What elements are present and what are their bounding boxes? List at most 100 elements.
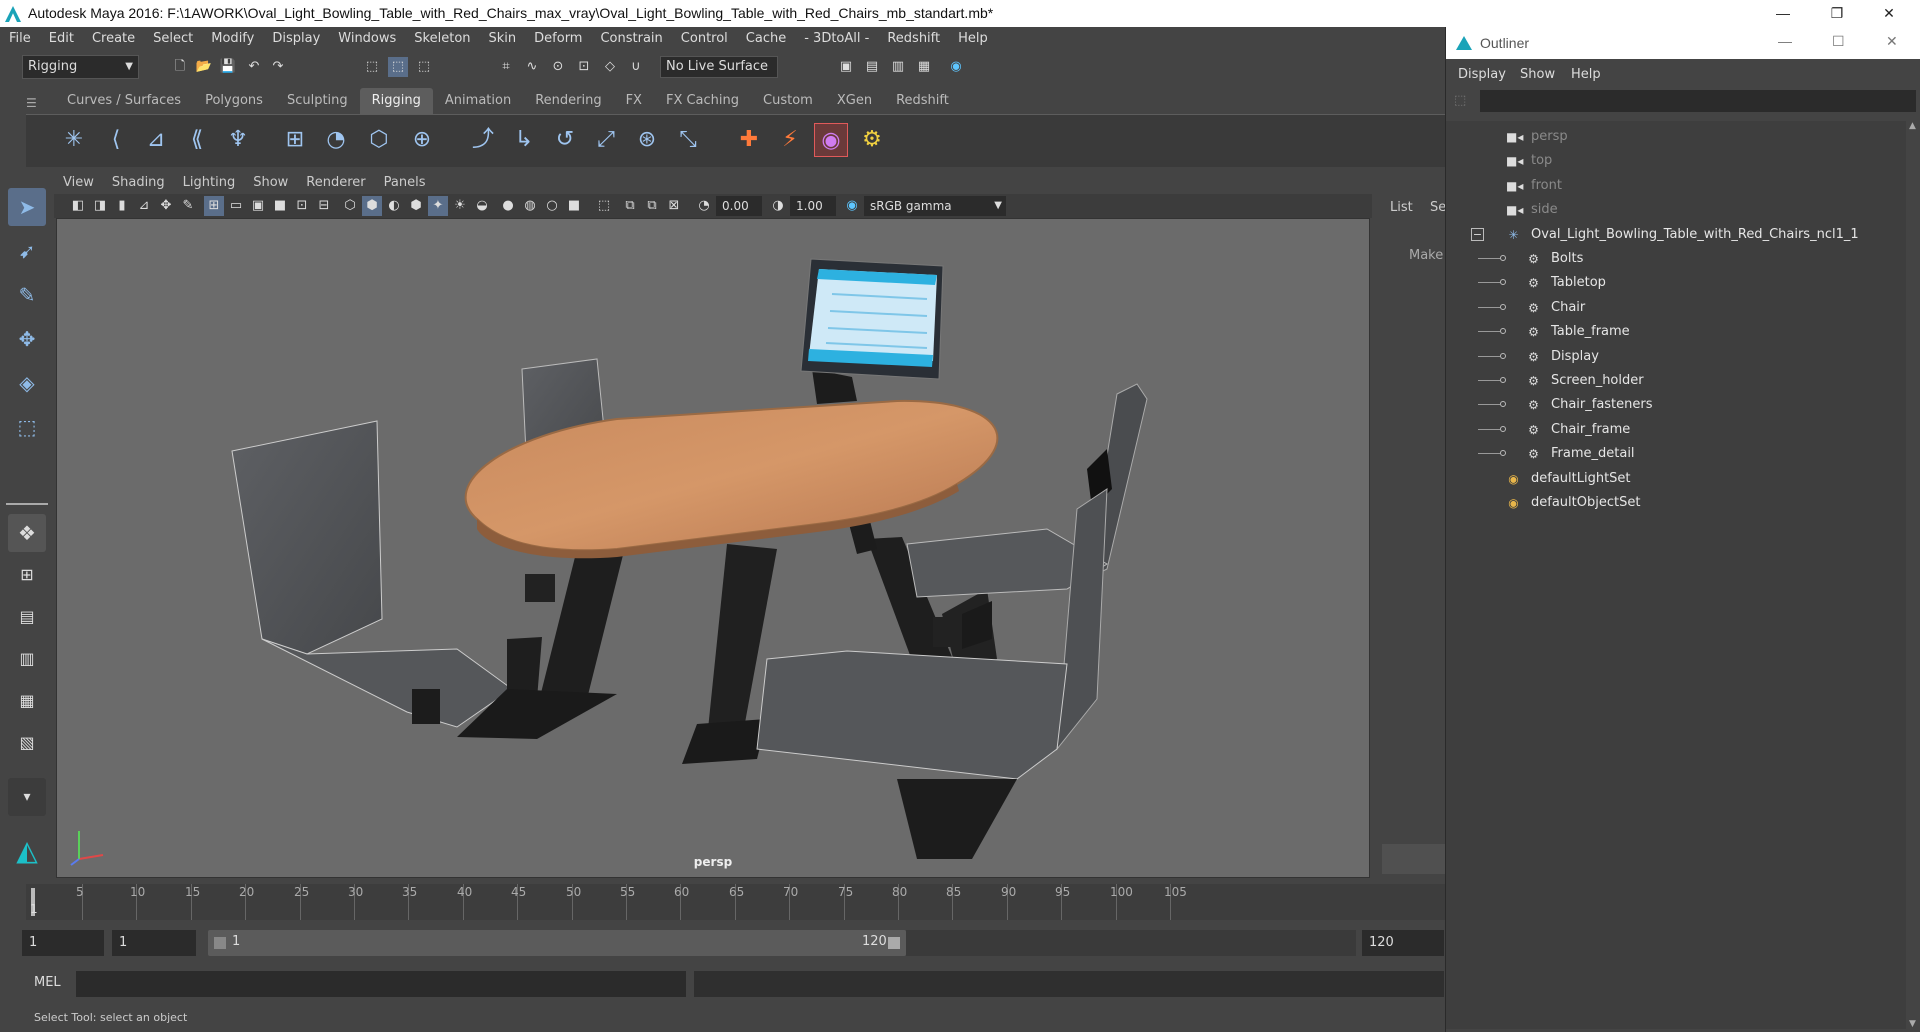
select-object-icon[interactable]: ⬚ — [388, 57, 408, 77]
shelf-tab-fx[interactable]: FX — [614, 88, 654, 114]
shelf-tab-rigging[interactable]: Rigging — [359, 88, 433, 114]
panel-menu-view[interactable]: View — [54, 172, 103, 194]
range-start-handle[interactable] — [214, 937, 226, 949]
safe-action-icon[interactable]: ⊟ — [314, 196, 334, 216]
2d-pan-icon[interactable]: ✥ — [156, 196, 176, 216]
single-pane-layout-icon[interactable]: ❖ — [8, 514, 46, 552]
constraint-parent-icon[interactable]: ⤴ — [466, 123, 500, 157]
snap-surface-icon[interactable]: ◇ — [600, 57, 620, 77]
outliner-item[interactable]: ⚙ Screen_holder — [1446, 369, 1906, 393]
time-slider[interactable]: 1 5 10 15 20 25 30 35 40 45 50 55 60 65 70 75 80 85 90 95 1… — [26, 884, 1445, 920]
menu-modify[interactable]: Modify — [202, 27, 263, 51]
lattice-icon[interactable]: ⬡ — [362, 123, 396, 157]
snap-grid-icon[interactable]: ⌗ — [496, 57, 516, 77]
render-view-icon[interactable]: ▣ — [836, 57, 856, 77]
snap-magnet-icon[interactable]: ∪ — [626, 57, 646, 77]
select-hierarchy-icon[interactable]: ⬚ — [362, 57, 382, 77]
ipr-render-icon[interactable]: ▥ — [888, 57, 908, 77]
filter-icon[interactable]: ⬚ — [1454, 93, 1466, 108]
menu-windows[interactable]: Windows — [329, 27, 405, 51]
panel-menu-renderer[interactable]: Renderer — [297, 172, 374, 194]
outliner-scrollbar[interactable]: ▲ ▼ — [1906, 121, 1920, 1029]
panel-menu-lighting[interactable]: Lighting — [174, 172, 245, 194]
shelf-tab-polygons[interactable]: Polygons — [193, 88, 275, 114]
paint-weights-icon[interactable]: ◔ — [319, 123, 353, 157]
ik-handle-icon[interactable]: ⟨ — [99, 123, 133, 157]
ambient-occlusion-icon[interactable]: ◒ — [472, 196, 492, 216]
shelf-tab-redshift[interactable]: Redshift — [884, 88, 961, 114]
gamma-icon[interactable]: ◑ — [768, 196, 788, 216]
xray-icon[interactable]: ■ — [564, 196, 584, 216]
scroll-up-icon[interactable]: ▲ — [1909, 121, 1916, 131]
outliner-close-button[interactable]: ✕ — [1886, 33, 1898, 50]
cluster-icon[interactable]: ⊕ — [405, 123, 439, 157]
snap-view-icon[interactable]: ⊡ — [574, 57, 594, 77]
outliner-menu-show[interactable]: Show — [1520, 67, 1555, 82]
mel-input[interactable] — [76, 971, 686, 997]
move-tool-icon[interactable]: ✥ — [8, 320, 46, 358]
outliner-item[interactable]: ■◂ persp — [1446, 125, 1906, 149]
live-surface-field[interactable]: No Live Surface — [660, 56, 778, 78]
constraint-point-icon[interactable]: ↳ — [507, 123, 541, 157]
constraint-aim-icon[interactable]: ⊛ — [630, 123, 664, 157]
gate-mask-icon[interactable]: ■ — [270, 196, 290, 216]
redo-icon[interactable]: ↷ — [268, 57, 288, 77]
new-scene-icon[interactable]: 🗋 — [170, 57, 190, 77]
grease-pencil-icon[interactable]: ✎ — [178, 196, 198, 216]
constraint-pole-icon[interactable]: ⤡ — [671, 123, 705, 157]
wireframe-icon[interactable]: ⬡ — [340, 196, 360, 216]
constraint-scale-icon[interactable]: ⤢ — [589, 123, 623, 157]
outliner-item[interactable]: ⚙ Table_frame — [1446, 320, 1906, 344]
hik-icon[interactable]: ⚙ — [855, 123, 889, 157]
outliner-item[interactable]: ⚙ Frame_detail — [1446, 442, 1906, 466]
menu-help[interactable]: Help — [949, 27, 997, 51]
four-pane-layout-icon[interactable]: ⊞ — [8, 556, 46, 594]
shelf-tab-curves[interactable]: Curves / Surfaces — [55, 88, 193, 114]
outliner-item[interactable]: − ✳ Oval_Light_Bowling_Table_with_Red_Chai… — [1446, 223, 1906, 247]
outliner-item[interactable]: ⚙ Chair_frame — [1446, 418, 1906, 442]
menu-create[interactable]: Create — [83, 27, 144, 51]
menuset-dropdown[interactable]: Rigging ▼ — [22, 55, 139, 79]
menu-constrain[interactable]: Constrain — [591, 27, 671, 51]
outliner-item[interactable]: ◉ defaultLightSet — [1446, 467, 1906, 491]
select-tool-icon[interactable]: ➤ — [8, 188, 46, 226]
close-button[interactable]: ✕ — [1866, 0, 1912, 27]
camera-select-icon[interactable]: ◧ — [68, 196, 88, 216]
editor-layout-icon[interactable]: ▧ — [8, 724, 46, 762]
shelf-tab-sculpting[interactable]: Sculpting — [275, 88, 360, 114]
wireframe-on-shaded-icon[interactable]: ◐ — [384, 196, 404, 216]
outliner-item[interactable]: ■◂ side — [1446, 198, 1906, 222]
panel-menu-panels[interactable]: Panels — [375, 172, 435, 194]
score-display[interactable] — [800, 258, 944, 404]
textured-icon[interactable]: ⬢ — [406, 196, 426, 216]
hypershade-icon[interactable]: ◉ — [946, 57, 966, 77]
shadows-icon[interactable]: ☀ — [450, 196, 470, 216]
bookmark-icon[interactable]: ▮ — [112, 196, 132, 216]
image-plane-icon[interactable]: ⊿ — [134, 196, 154, 216]
menu-redshift[interactable]: Redshift — [878, 27, 949, 51]
select-component-icon[interactable]: ⬚ — [414, 57, 434, 77]
menu-select[interactable]: Select — [144, 27, 202, 51]
hypershade-layout-icon[interactable]: ▦ — [8, 682, 46, 720]
scale-tool-icon[interactable]: ⬚ — [8, 408, 46, 446]
snap-point-icon[interactable]: ⊙ — [548, 57, 568, 77]
panel-menu-show[interactable]: Show — [244, 172, 297, 194]
xray-active-icon[interactable]: ⧉ — [642, 196, 662, 216]
outliner-item[interactable]: ■◂ top — [1446, 149, 1906, 173]
render-frame-icon[interactable]: ▤ — [862, 57, 882, 77]
rotate-tool-icon[interactable]: ◈ — [8, 364, 46, 402]
paint-select-icon[interactable]: ✎ — [8, 276, 46, 314]
shelf-tab-custom[interactable]: Custom — [751, 88, 825, 114]
outliner-item[interactable]: ■◂ front — [1446, 174, 1906, 198]
isolate-select-icon[interactable]: ⬚ — [594, 196, 614, 216]
outliner-menu-help[interactable]: Help — [1571, 67, 1601, 82]
gamma-field[interactable]: 1.00 — [790, 196, 836, 216]
restore-button[interactable]: ❐ — [1814, 0, 1860, 27]
minimize-button[interactable]: — — [1760, 0, 1806, 27]
outliner-minimize-button[interactable]: — — [1778, 33, 1792, 49]
menu-skin[interactable]: Skin — [480, 27, 526, 51]
outliner-search-input[interactable] — [1480, 90, 1916, 112]
exposure-icon[interactable]: ◔ — [694, 196, 714, 216]
outliner-menu-display[interactable]: Display — [1458, 67, 1506, 82]
mirror-joint-icon[interactable]: ⟪ — [180, 123, 214, 157]
